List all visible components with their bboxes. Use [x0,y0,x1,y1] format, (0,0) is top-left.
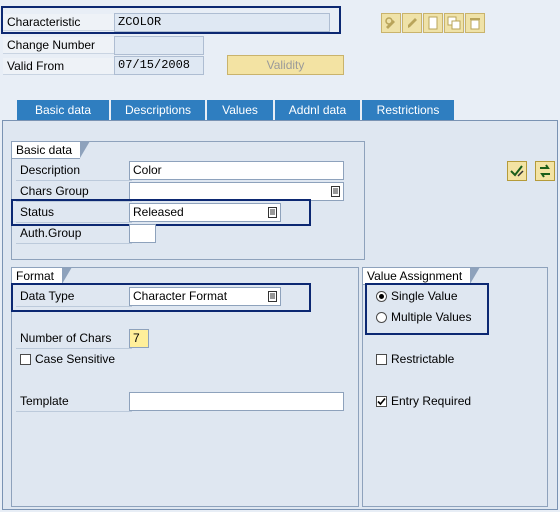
entry-required-label: Entry Required [391,394,472,408]
tab-addnl-data[interactable]: Addnl data [275,100,360,120]
auth-group-label: Auth.Group [16,224,132,244]
valid-from-field[interactable]: 07/15/2008 [114,56,204,75]
entry-required-checkbox[interactable] [376,396,387,407]
template-field[interactable] [129,392,344,411]
create-icon[interactable] [423,13,443,33]
tab-basic-data[interactable]: Basic data [17,100,109,120]
checkmark-icon [377,397,386,406]
restrictable-label: Restrictable [391,352,455,366]
num-chars-label: Number of Chars [16,329,132,349]
status-highlight-box [11,199,311,226]
basic-data-group-title: Basic data [11,141,91,159]
data-type-highlight-box [11,283,311,312]
auth-group-field[interactable] [129,224,156,243]
description-label: Description [16,161,132,181]
valid-from-label: Valid From [3,58,115,75]
description-field[interactable]: Color [129,161,344,180]
tab-descriptions[interactable]: Descriptions [111,100,205,120]
check-edit-icon[interactable] [507,161,527,181]
restrictable-checkbox[interactable] [376,354,387,365]
copy-icon[interactable] [444,13,464,33]
case-sensitive-label: Case Sensitive [35,352,116,366]
change-number-field[interactable] [114,36,204,55]
tab-restrictions[interactable]: Restrictions [362,100,454,120]
characteristic-highlight-box [1,6,341,34]
edit-icon[interactable] [402,13,422,33]
tab-values[interactable]: Values [207,100,273,120]
change-number-label: Change Number [3,37,115,54]
case-sensitive-checkbox[interactable] [20,354,31,365]
chars-group-dropdown-icon[interactable] [331,186,340,197]
num-chars-field[interactable]: 7 [129,329,149,348]
validity-button[interactable]: Validity [227,55,344,75]
switch-arrows-icon[interactable] [535,161,555,181]
display-change-icon[interactable] [381,13,401,33]
delete-icon[interactable] [465,13,485,33]
value-assignment-highlight-box [365,283,489,335]
template-label: Template [16,392,132,412]
